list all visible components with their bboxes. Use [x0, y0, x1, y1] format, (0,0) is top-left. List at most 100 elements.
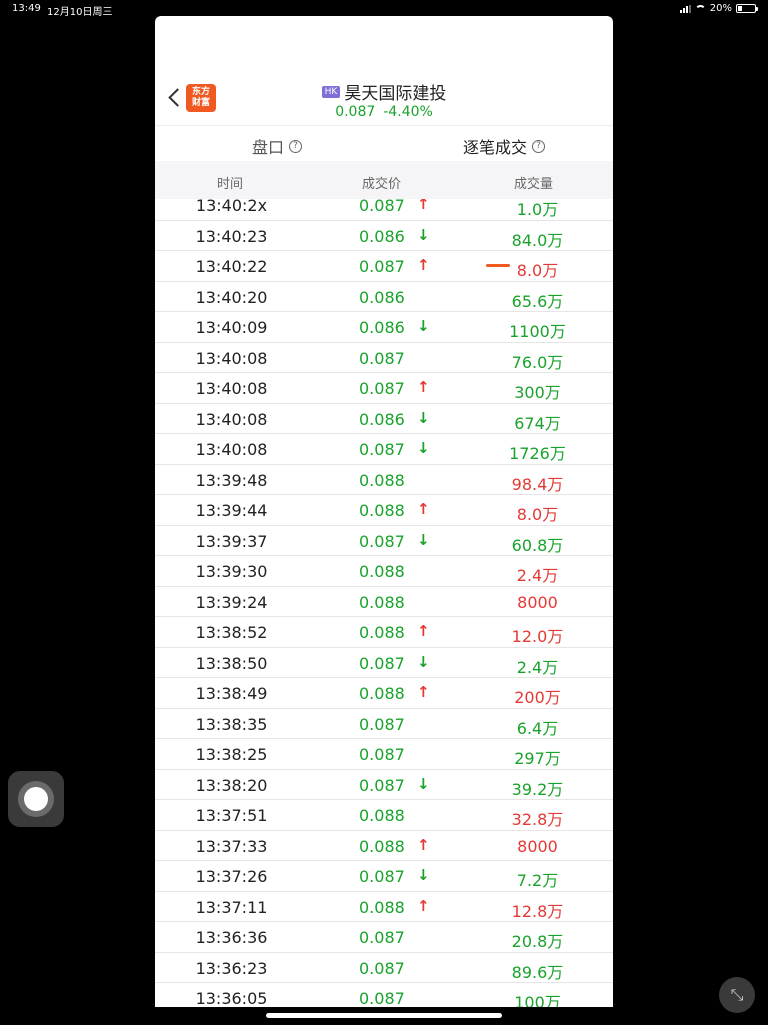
tab-trade-ticks[interactable]: 逐笔成交 ? — [463, 134, 546, 158]
trade-time: 13:39:30 — [195, 562, 268, 581]
table-row: 13:36:23 0.087 89.6万 — [155, 953, 613, 983]
arrow-up-icon: ↑ — [417, 500, 430, 518]
trade-volume: 84.0万 — [511, 230, 564, 250]
table-row: 13:40:22 0.087 ↑ 8.0万 — [155, 251, 613, 282]
trade-price: 0.087 — [359, 714, 405, 734]
trade-time: 13:36:23 — [195, 958, 268, 978]
table-row: 13:40:20 0.086 65.6万 — [155, 282, 613, 312]
trade-time: 13:39:37 — [195, 531, 268, 551]
trade-time: 13:40:2x — [195, 199, 268, 215]
trade-volume: 8.0万 — [516, 505, 559, 524]
trade-time: 13:36:05 — [195, 989, 268, 1007]
shrink-window-icon[interactable]: ⤡ — [719, 977, 755, 1013]
stock-title: HK 昊天国际建投 — [155, 79, 613, 104]
trade-volume: 60.8万 — [511, 535, 564, 555]
trade-time: 13:38:52 — [195, 623, 268, 642]
status-date: 12月10日周三 — [47, 7, 113, 18]
trade-time: 13:40:08 — [195, 348, 268, 368]
trade-time: 13:38:25 — [195, 745, 268, 764]
column-time: 时间 — [217, 177, 244, 192]
trade-price: 0.088 — [359, 684, 405, 703]
trade-volume: 2.4万 — [516, 657, 559, 677]
question-circle-icon[interactable]: ? — [532, 139, 546, 153]
trade-volume: 65.6万 — [511, 291, 564, 311]
table-row: 13:39:37 0.087 ↓ 60.8万 — [155, 526, 613, 556]
table-row: 13:37:33 0.088 ↑ 8000 — [155, 831, 613, 861]
table-row: 13:38:49 0.088 ↑ 200万 — [155, 678, 613, 709]
trade-price: 0.087 — [359, 745, 405, 764]
trade-price: 0.087 — [359, 199, 405, 215]
trade-time: 13:37:33 — [195, 836, 268, 856]
trade-volume: 32.8万 — [511, 810, 564, 829]
table-row: 13:40:08 0.087 ↓ 1726万 — [155, 434, 613, 465]
trade-price: 0.086 — [359, 226, 405, 246]
trade-volume: 8.0万 — [516, 261, 559, 280]
question-circle-icon[interactable]: ? — [289, 139, 303, 153]
status-indicators: 20% — [679, 3, 758, 14]
trade-price: 0.087 — [359, 440, 405, 459]
trade-time: 13:36:36 — [195, 928, 268, 947]
table-row: 13:38:50 0.087 ↓ 2.4万 — [155, 648, 613, 678]
trade-price: 0.087 — [359, 653, 405, 673]
trade-price: 0.088 — [359, 470, 405, 490]
trade-volume: 76.0万 — [511, 352, 564, 372]
home-indicator[interactable] — [266, 1013, 502, 1018]
trade-price: 0.088 — [359, 836, 405, 856]
tab-label: 盘口 — [252, 138, 285, 157]
market-badge: HK — [321, 85, 341, 98]
arrow-up-icon: ↑ — [417, 378, 430, 396]
trade-price: 0.087 — [359, 958, 405, 978]
trade-volume: 100万 — [514, 993, 561, 1007]
trade-price: 0.087 — [359, 928, 405, 947]
trade-time: 13:39:48 — [195, 470, 268, 490]
arrow-down-icon: ↓ — [417, 439, 430, 457]
table-row: 13:40:2x 0.087 ↑ 1.0万 — [155, 199, 613, 221]
trade-time: 13:40:22 — [195, 257, 268, 276]
arrow-up-icon: ↑ — [417, 622, 430, 640]
trade-price: 0.088 — [359, 623, 405, 642]
table-row: 13:39:30 0.088 2.4万 — [155, 556, 613, 587]
trade-price: 0.088 — [359, 501, 405, 520]
table-row: 13:39:48 0.088 98.4万 — [155, 465, 613, 495]
trade-volume: 8000 — [517, 592, 558, 612]
arrow-up-icon: ↑ — [417, 835, 430, 854]
table-row: 13:39:24 0.088 8000 — [155, 587, 613, 617]
trade-time: 13:40:08 — [195, 409, 268, 429]
signal-icon — [679, 4, 691, 13]
trade-time: 13:40:08 — [195, 379, 268, 398]
table-row: 13:40:08 0.087 ↑ 300万 — [155, 373, 613, 404]
battery-percent: 20% — [709, 3, 732, 14]
arrow-down-icon: ↓ — [417, 530, 430, 549]
table-row: 13:36:05 0.087 100万 — [155, 983, 613, 1007]
tab-label: 逐笔成交 — [463, 138, 528, 157]
table-row: 13:37:11 0.088 ↑ 12.8万 — [155, 892, 613, 922]
trade-time: 13:40:08 — [195, 440, 268, 459]
table-row: 13:40:09 0.086 ↓ 1100万 — [155, 312, 613, 343]
table-row: 13:40:08 0.086 ↓ 674万 — [155, 404, 613, 434]
trade-list[interactable]: 13:40:2x 0.087 ↑ 1.0万 13:40:23 0.086 ↓ 84.0万 13:… — [155, 199, 613, 1007]
trade-time: 13:38:20 — [195, 775, 268, 795]
arrow-up-icon: ↑ — [417, 683, 430, 701]
arrow-down-icon: ↓ — [417, 225, 430, 244]
change-percent: -4.40% — [383, 104, 433, 120]
trade-price: 0.087 — [359, 531, 405, 551]
assistive-touch-button[interactable] — [8, 771, 64, 827]
tab-bar: 盘口 ? 逐笔成交 ? — [155, 125, 613, 267]
trade-time: 13:37:51 — [195, 806, 268, 825]
current-price: 0.087 — [335, 104, 376, 120]
trade-time: 13:37:11 — [195, 897, 268, 917]
trade-volume: 300万 — [514, 383, 561, 402]
trade-volume: 98.4万 — [511, 474, 564, 494]
trade-price: 0.086 — [359, 409, 405, 429]
trade-time: 13:38:49 — [195, 684, 268, 703]
price-row: 0.087 -4.40% — [155, 104, 613, 120]
table-row: 13:38:20 0.087 ↓ 39.2万 — [155, 770, 613, 800]
arrow-down-icon: ↓ — [417, 317, 430, 335]
arrow-down-icon: ↓ — [417, 408, 430, 427]
trade-volume: 200万 — [514, 688, 561, 707]
table-row: 13:38:25 0.087 297万 — [155, 739, 613, 770]
tab-order-book[interactable]: 盘口 ? — [252, 134, 303, 158]
arrow-up-icon: ↑ — [417, 199, 430, 213]
trade-list-content: 13:40:2x 0.087 ↑ 1.0万 13:40:23 0.086 ↓ 84.0万 13:… — [155, 199, 613, 1007]
trade-volume: 12.0万 — [511, 627, 564, 646]
